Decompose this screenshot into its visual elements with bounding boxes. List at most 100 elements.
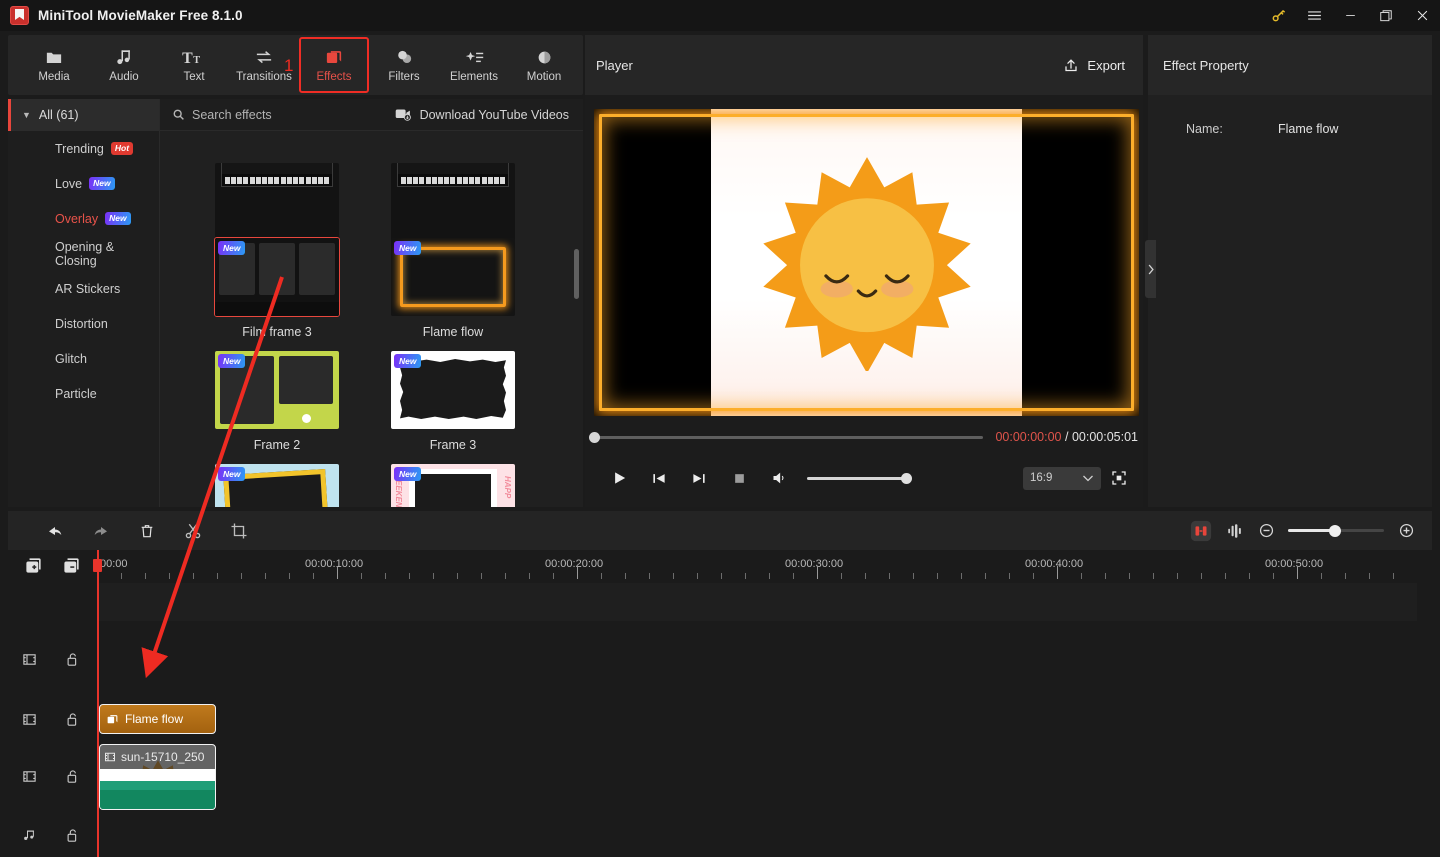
effect-thumbnail[interactable] [391, 163, 515, 241]
previous-frame-button[interactable] [639, 463, 679, 493]
category-item-trending[interactable]: Trending Hot [8, 131, 159, 166]
unlock-icon[interactable] [66, 652, 79, 672]
track-header-1[interactable] [0, 623, 97, 701]
next-frame-button[interactable] [679, 463, 719, 493]
effects-grid[interactable]: Film frame 1 [160, 131, 583, 507]
zoom-in-button[interactable] [1392, 514, 1420, 548]
category-item-distortion[interactable]: Distortion [8, 306, 159, 341]
tab-effects[interactable]: Effects [299, 37, 369, 93]
track-header-2[interactable] [0, 701, 97, 743]
export-button[interactable]: Export [1063, 57, 1125, 74]
effects-grid-scrollbar[interactable] [574, 249, 579, 299]
effect-card-film-frame-3[interactable]: New Film frame 3 [182, 237, 372, 339]
seek-handle[interactable] [589, 431, 600, 443]
category-item-particle[interactable]: Particle [8, 376, 159, 411]
timeline-lane-3[interactable]: sun-15710_250 [97, 741, 1417, 813]
timeline-lane-2[interactable]: Flame flow [97, 699, 1417, 741]
effect-name-label: Name: [1186, 122, 1223, 136]
redo-icon [94, 526, 107, 535]
tab-motion[interactable]: Motion [509, 37, 579, 93]
maximize-icon[interactable] [1368, 0, 1404, 31]
auto-match-button[interactable] [1184, 514, 1218, 548]
minimize-icon[interactable] [1332, 0, 1368, 31]
effect-thumbnail[interactable]: New [215, 351, 339, 429]
crop-button[interactable] [216, 514, 262, 548]
timeline-zoom-handle[interactable] [1329, 524, 1341, 537]
unlock-icon[interactable] [66, 828, 79, 848]
ruler-label: 00:00:30:00 [785, 558, 844, 570]
volume-button[interactable] [759, 463, 799, 493]
hamburger-menu-icon[interactable] [1296, 0, 1332, 31]
effect-thumbnail[interactable]: New [391, 238, 515, 316]
playhead[interactable] [93, 550, 102, 857]
audio-detach-button[interactable] [1218, 514, 1252, 548]
effect-card[interactable]: EEKEND HAPP New [358, 464, 548, 507]
delete-button[interactable] [124, 514, 170, 548]
total-time: 00:00:05:01 [1071, 430, 1138, 444]
timeline-zoom-slider[interactable] [1288, 524, 1384, 537]
category-item-love[interactable]: Love New [8, 166, 159, 201]
tab-media[interactable]: Media [19, 37, 89, 93]
zoom-out-button[interactable] [1252, 514, 1280, 548]
unlock-icon[interactable] [66, 712, 79, 732]
timeline-lane-1[interactable] [97, 621, 1417, 699]
remove-track-button[interactable] [62, 556, 81, 580]
category-item-overlay[interactable]: Overlay New [8, 201, 159, 236]
timeline-lane-4[interactable] [97, 813, 1417, 857]
category-item-opening-closing[interactable]: Opening & Closing [8, 236, 159, 271]
badge-hot: Hot [110, 142, 134, 155]
effect-property-title: Effect Property [1163, 57, 1249, 73]
effect-card-frame-2[interactable]: New Frame 2 [182, 351, 372, 452]
effect-card-flame-flow[interactable]: New Flame flow [358, 238, 548, 339]
tab-text[interactable]: TT Text [159, 37, 229, 93]
tab-elements[interactable]: Elements [439, 37, 509, 93]
category-label: Glitch [55, 351, 87, 366]
effect-card[interactable]: New [182, 464, 372, 507]
category-all[interactable]: ▼ All (61) [8, 99, 159, 131]
transitions-icon [253, 47, 275, 67]
player-panel: Player Export 00:00:00:00 / 00:00:05:01 … [585, 35, 1143, 507]
volume-slider[interactable] [807, 472, 912, 484]
volume-handle[interactable] [901, 472, 912, 484]
timeline-ruler[interactable]: 00:00 00:00:10:00 00:00:20:00 00:00:30:0… [97, 553, 1417, 583]
timeline-clip-effect[interactable]: Flame flow [99, 704, 216, 734]
effect-thumbnail[interactable]: EEKEND HAPP New [391, 464, 515, 507]
preview-stage[interactable] [594, 109, 1139, 416]
aspect-ratio-select[interactable]: 16:9 [1023, 466, 1101, 490]
effects-icon [106, 713, 119, 726]
badge-new: New [89, 177, 115, 190]
timeline-tracks[interactable]: Flame flow sun-15710_250 [97, 583, 1417, 857]
redo-button[interactable] [78, 514, 124, 548]
seek-slider[interactable] [589, 431, 984, 443]
tab-audio[interactable]: Audio [89, 37, 159, 93]
effect-thumbnail[interactable]: New [215, 464, 339, 507]
chevron-right-icon [1148, 264, 1154, 274]
category-item-ar-stickers[interactable]: AR Stickers [8, 271, 159, 306]
timeline-lane-top[interactable] [97, 583, 1417, 621]
split-button[interactable] [170, 514, 216, 548]
effect-thumbnail[interactable] [215, 163, 339, 241]
add-track-button[interactable] [24, 556, 43, 580]
download-youtube-videos-button[interactable]: Download YouTube Videos [395, 108, 569, 122]
chevron-down-icon: ▼ [22, 110, 31, 120]
zoom-in-icon [1399, 523, 1413, 538]
effect-thumbnail[interactable]: New [214, 237, 340, 317]
tab-filters[interactable]: Filters [369, 37, 439, 93]
category-item-glitch[interactable]: Glitch [8, 341, 159, 376]
effect-name: Frame 2 [253, 438, 301, 452]
track-header-4[interactable] [0, 815, 97, 857]
search-input[interactable]: Search effects [172, 108, 272, 122]
stop-button[interactable] [719, 463, 759, 493]
effect-thumbnail[interactable]: New [391, 351, 515, 429]
effect-card-frame-3[interactable]: New Frame 3 [358, 351, 548, 452]
collapse-property-panel-button[interactable] [1145, 240, 1156, 298]
timeline-clip-video[interactable]: sun-15710_250 [99, 744, 216, 810]
unlock-icon[interactable] [66, 769, 79, 789]
ruler-label: 00:00 [100, 558, 128, 570]
track-header-3[interactable] [0, 743, 97, 815]
key-icon[interactable] [1260, 0, 1296, 31]
close-icon[interactable] [1404, 0, 1440, 31]
fullscreen-button[interactable] [1101, 463, 1137, 493]
undo-button[interactable] [32, 514, 78, 548]
play-button[interactable] [599, 463, 639, 493]
